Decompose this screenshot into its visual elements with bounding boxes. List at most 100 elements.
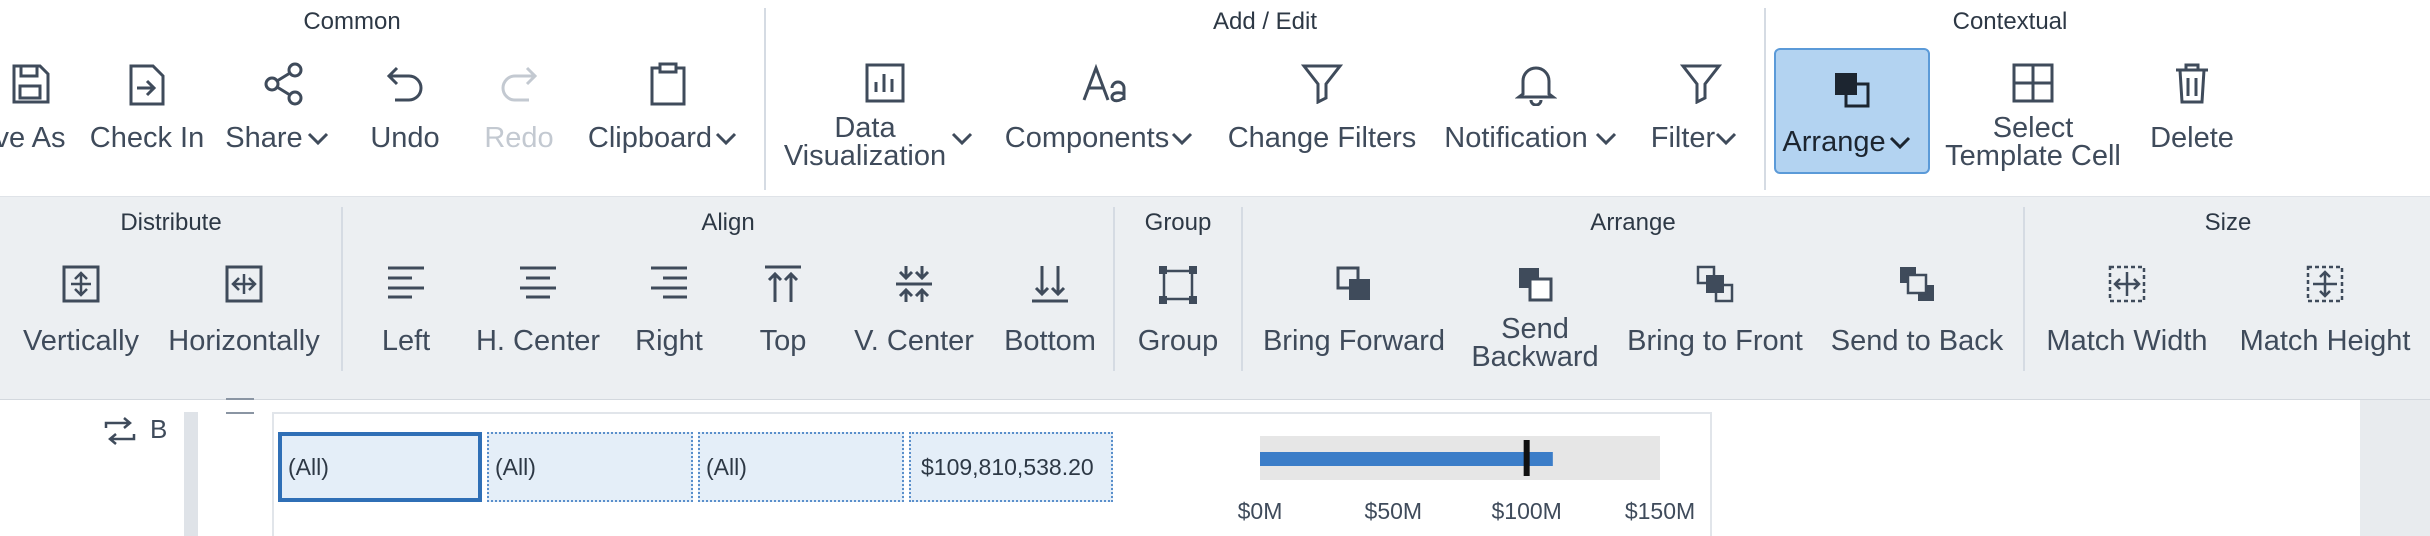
components-button[interactable]: Components: [1002, 40, 1210, 180]
group-title-group: Group: [1144, 209, 1212, 236]
select-template-label-2: Template Cell: [1945, 140, 2121, 172]
group-icon: [1159, 266, 1197, 304]
horizontally-label: Horizontally: [168, 325, 320, 357]
group-button[interactable]: Group: [1132, 259, 1224, 379]
arrange-ribbon: Distribute Align Group Arrange Size Vert…: [0, 197, 2430, 400]
filter-icon: [1680, 64, 1722, 104]
drag-handle-icon[interactable]: [226, 398, 254, 414]
group-title-contextual: Contextual: [1952, 8, 2068, 35]
bring-forward-label: Bring Forward: [1262, 325, 1446, 357]
clipboard-label: Clipboard: [587, 122, 713, 154]
grid-icon: [2012, 63, 2054, 103]
bring-to-front-label: Bring to Front: [1627, 325, 1803, 357]
components-icon: [1082, 63, 1126, 103]
align-left-icon: [388, 266, 424, 299]
components-label: Components: [1004, 122, 1170, 154]
check-in-button[interactable]: Check In: [80, 40, 214, 180]
distribute-vertically-button[interactable]: Vertically: [10, 259, 152, 379]
vertically-label: Vertically: [22, 325, 140, 357]
clipboard-icon: [650, 62, 686, 106]
clipboard-button[interactable]: Clipboard: [580, 40, 756, 180]
data-visualization-label-1: Data: [834, 112, 896, 144]
data-visualization-button[interactable]: Data Visualization: [776, 40, 994, 180]
arrange-button[interactable]: Arrange: [1774, 48, 1930, 174]
align-center-icon: [520, 266, 556, 299]
check-in-label: Check In: [89, 122, 205, 154]
data-visualization-label-2: Visualization: [783, 140, 947, 172]
filter-icon: [1301, 64, 1343, 104]
notification-label: Notification: [1444, 122, 1588, 154]
chart-icon: [865, 63, 905, 103]
bullet-chart: [1260, 436, 1660, 480]
chevron-down-icon: [1171, 132, 1193, 146]
delete-label: Delete: [2150, 122, 2234, 154]
change-filters-button[interactable]: Change Filters: [1222, 40, 1422, 180]
axis-tick-label: $50M: [1364, 498, 1423, 524]
right-scroll-area[interactable]: [2360, 400, 2430, 536]
match-height-button[interactable]: Match Height: [2230, 259, 2420, 379]
redo-button[interactable]: Redo: [474, 40, 564, 180]
align-right-button[interactable]: Right: [624, 259, 714, 379]
bring-forward-button[interactable]: Bring Forward: [1256, 259, 1452, 379]
chevron-down-icon: [951, 132, 973, 146]
match-width-button[interactable]: Match Width: [2036, 259, 2218, 379]
notification-button[interactable]: Notification: [1438, 40, 1634, 180]
group-title-distribute: Distribute: [120, 209, 222, 236]
check-in-icon: [129, 64, 165, 106]
table-cell[interactable]: (All): [487, 432, 693, 502]
group-divider: [2023, 207, 2025, 371]
change-filters-label: Change Filters: [1227, 122, 1417, 154]
right-label: Right: [635, 325, 703, 357]
bring-forward-icon: [1336, 266, 1370, 300]
bottom-label: Bottom: [1004, 325, 1096, 357]
redo-label: Redo: [484, 122, 554, 154]
align-h-center-button[interactable]: H. Center: [466, 259, 610, 379]
save-as-button[interactable]: ve As: [0, 40, 70, 180]
table-cell-selected[interactable]: (All): [278, 432, 482, 502]
send-backward-label-1: Send: [1501, 313, 1569, 345]
group-label: Group: [1137, 325, 1219, 357]
group-divider: [764, 8, 766, 190]
align-top-icon: [765, 265, 801, 302]
undo-label: Undo: [370, 122, 440, 154]
share-icon: [264, 62, 303, 106]
bell-icon: [1515, 66, 1557, 106]
match-height-icon: [2306, 265, 2344, 303]
chevron-down-icon: [307, 132, 329, 146]
table-cell[interactable]: $109,810,538.20: [909, 432, 1113, 502]
v-center-label: V. Center: [854, 325, 974, 357]
align-v-center-button[interactable]: V. Center: [844, 259, 984, 379]
undo-button[interactable]: Undo: [360, 40, 450, 180]
save-as-label: ve As: [0, 122, 66, 154]
chevron-down-icon: [1889, 136, 1911, 150]
chevron-down-icon: [1715, 132, 1737, 146]
bring-to-front-button[interactable]: Bring to Front: [1618, 259, 1812, 379]
align-left-button[interactable]: Left: [366, 259, 446, 379]
distribute-horizontally-button[interactable]: Horizontally: [160, 259, 328, 379]
align-bottom-button[interactable]: Bottom: [1000, 259, 1100, 379]
axis-tick-label: $150M: [1624, 498, 1696, 524]
group-title-size: Size: [2204, 209, 2252, 236]
send-backward-button[interactable]: Send Backward: [1462, 259, 1608, 379]
send-to-back-label: Send to Back: [1830, 325, 2004, 357]
left-gutter: [184, 412, 198, 536]
match-width-icon: [2108, 265, 2146, 303]
filter-button[interactable]: Filter: [1646, 40, 1756, 180]
table-cell[interactable]: (All): [698, 432, 904, 502]
repeat-icon[interactable]: [102, 416, 140, 446]
group-divider: [1241, 207, 1243, 371]
main-ribbon: Common Add / Edit Contextual ve As Check…: [0, 0, 2430, 197]
distribute-vertical-icon: [62, 265, 100, 303]
group-title-align: Align: [701, 209, 755, 236]
row-label: B: [150, 414, 168, 444]
share-label: Share: [225, 122, 303, 154]
arrange-icon: [1835, 73, 1870, 108]
send-to-back-button[interactable]: Send to Back: [1822, 259, 2012, 379]
match-width-label: Match Width: [2046, 325, 2208, 357]
align-top-button[interactable]: Top: [740, 259, 826, 379]
chevron-down-icon: [715, 132, 737, 146]
share-button[interactable]: Share: [224, 40, 344, 180]
select-template-cell-button[interactable]: Select Template Cell: [1940, 40, 2126, 180]
group-title-common: Common: [303, 8, 401, 35]
delete-button[interactable]: Delete: [2136, 40, 2248, 180]
